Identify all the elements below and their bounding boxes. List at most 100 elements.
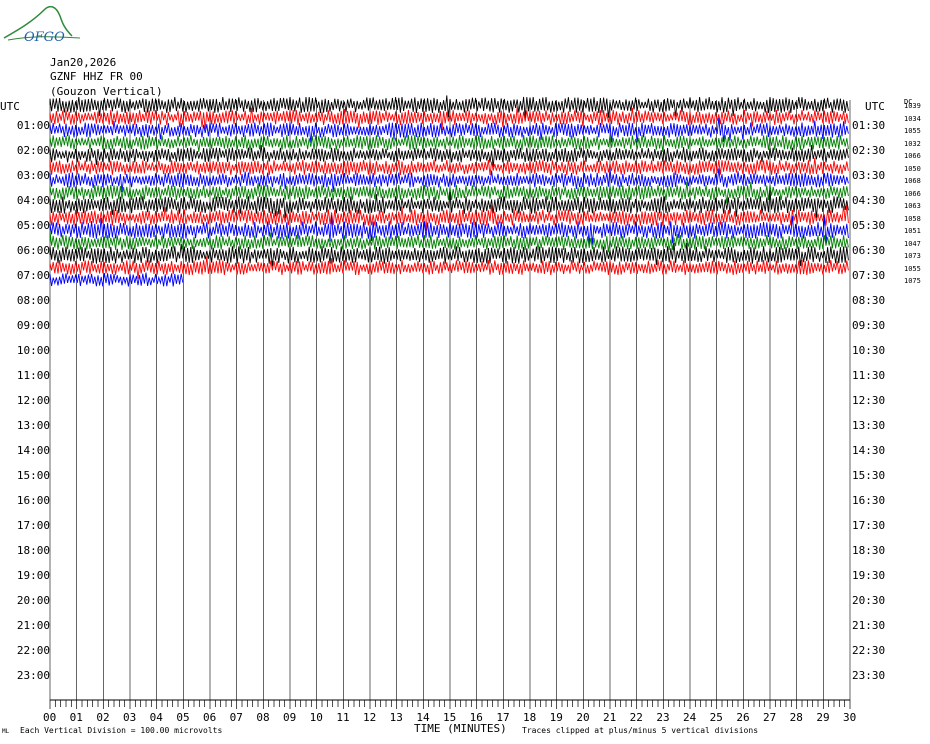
left-time-label: 07:00: [16, 269, 50, 282]
right-time-label: 05:30: [852, 219, 886, 232]
left-time-label: 09:00: [16, 319, 50, 332]
x-tick-label: 07: [229, 711, 243, 724]
x-tick-label: 29: [816, 711, 830, 724]
footer-mark: ML: [2, 728, 10, 735]
left-time-label: 14:00: [16, 444, 50, 457]
left-time-label: 10:00: [16, 344, 50, 357]
x-tick-label: 19: [549, 711, 563, 724]
utc-label-left: UTC: [0, 100, 20, 113]
x-tick-label: 30: [843, 711, 857, 724]
dc-value: 1073: [904, 252, 921, 260]
right-time-label: 17:30: [852, 519, 886, 532]
dc-value: 1055: [904, 264, 921, 273]
dc-value: 1066: [904, 152, 921, 160]
right-time-label: 12:30: [852, 394, 886, 407]
x-tick-label: 22: [629, 711, 643, 724]
right-time-label: 18:30: [852, 544, 886, 557]
x-axis-ticks: [49, 700, 851, 709]
left-time-label: 01:00: [16, 119, 50, 132]
right-time-label: 10:30: [852, 344, 886, 357]
right-time-label: 01:30: [852, 119, 886, 132]
trace-row-12: [49, 242, 849, 267]
dc-value: 1058: [904, 214, 921, 223]
right-time-label: 15:30: [852, 469, 886, 482]
left-time-label: 16:00: [16, 494, 50, 507]
left-time-label: 06:00: [16, 244, 50, 257]
right-time-label: 22:30: [852, 644, 886, 657]
left-time-label: 04:00: [16, 194, 50, 207]
x-tick-label: 25: [709, 711, 723, 724]
x-tick-label: 09: [283, 711, 297, 724]
left-time-label: 05:00: [16, 219, 50, 232]
x-tick-label: 01: [69, 711, 83, 724]
footer-scale: Each Vertical Division = 100.00 microvol…: [20, 726, 223, 735]
dc-value: 1068: [904, 177, 921, 185]
dc-value: 1075: [904, 277, 921, 285]
dc-value: 1063: [904, 202, 921, 210]
x-tick-label: 27: [763, 711, 777, 724]
station-label: GZNF HHZ FR 00: [50, 70, 143, 83]
x-axis-label: TIME (MINUTES): [414, 722, 507, 735]
left-time-label: 18:00: [16, 544, 50, 557]
x-tick-label: 04: [149, 711, 163, 724]
date-label: Jan20,2026: [50, 56, 117, 69]
dc-value: 1034: [904, 114, 921, 123]
x-tick-label: 24: [683, 711, 697, 724]
dc-value: 1051: [904, 227, 921, 235]
right-time-label: 06:30: [852, 244, 886, 257]
x-tick-label: 03: [123, 711, 137, 724]
dc-value: 1050: [904, 164, 921, 173]
left-time-label: 12:00: [16, 394, 50, 407]
x-tick-label: 20: [576, 711, 590, 724]
left-time-label: 02:00: [16, 144, 50, 157]
x-tick-label: 06: [203, 711, 217, 724]
trace-row-14: [49, 272, 184, 287]
x-tick-label: 05: [176, 711, 190, 724]
right-time-label: 16:30: [852, 494, 886, 507]
left-time-label: 15:00: [16, 469, 50, 482]
left-time-label: 19:00: [16, 569, 50, 582]
utc-label-right: UTC: [865, 100, 885, 113]
left-time-label: 13:00: [16, 419, 50, 432]
right-time-label: 03:30: [852, 169, 886, 182]
x-tick-label: 11: [336, 711, 350, 724]
dc-value: 1066: [904, 189, 921, 198]
right-time-label: 14:30: [852, 444, 886, 457]
right-time-label: 09:30: [852, 319, 886, 332]
right-time-label: 23:30: [852, 669, 886, 682]
left-time-label: 11:00: [16, 369, 50, 382]
x-tick-label: 02: [96, 711, 110, 724]
trace-row-13: [49, 256, 849, 279]
right-time-label: 11:30: [852, 369, 886, 382]
right-time-label: 13:30: [852, 419, 886, 432]
right-time-label: 21:30: [852, 619, 886, 632]
x-tick-label: 18: [523, 711, 537, 724]
left-time-label: 23:00: [16, 669, 50, 682]
traces: [49, 95, 849, 287]
dc-value: 1055: [904, 127, 921, 135]
dc-value: 1047: [904, 239, 921, 248]
left-time-label: 03:00: [16, 169, 50, 182]
x-tick-label: 26: [736, 711, 750, 724]
logo-text: OFGO: [24, 30, 65, 45]
left-time-label: 20:00: [16, 594, 50, 607]
x-tick-label: 12: [363, 711, 377, 724]
left-time-label: 22:00: [16, 644, 50, 657]
x-tick-label: 08: [256, 711, 270, 724]
dc-value: 1032: [904, 139, 921, 148]
right-time-label: 20:30: [852, 594, 886, 607]
x-tick-label: 21: [603, 711, 617, 724]
ofgo-logo: OFGO: [3, 5, 81, 45]
x-tick-label: 23: [656, 711, 670, 724]
x-tick-label: 28: [789, 711, 803, 724]
right-time-label: 02:30: [852, 144, 886, 157]
location-label: (Gouzon Vertical): [50, 85, 163, 98]
left-time-label: 21:00: [16, 619, 50, 632]
x-tick-label: 10: [309, 711, 323, 724]
right-time-label: 07:30: [852, 269, 886, 282]
right-time-label: 04:30: [852, 194, 886, 207]
left-time-label: 08:00: [16, 294, 50, 307]
x-tick-label: 00: [43, 711, 57, 724]
dc-value: 1039: [904, 102, 921, 110]
footer-clip: Traces clipped at plus/minus 5 vertical …: [522, 726, 759, 735]
